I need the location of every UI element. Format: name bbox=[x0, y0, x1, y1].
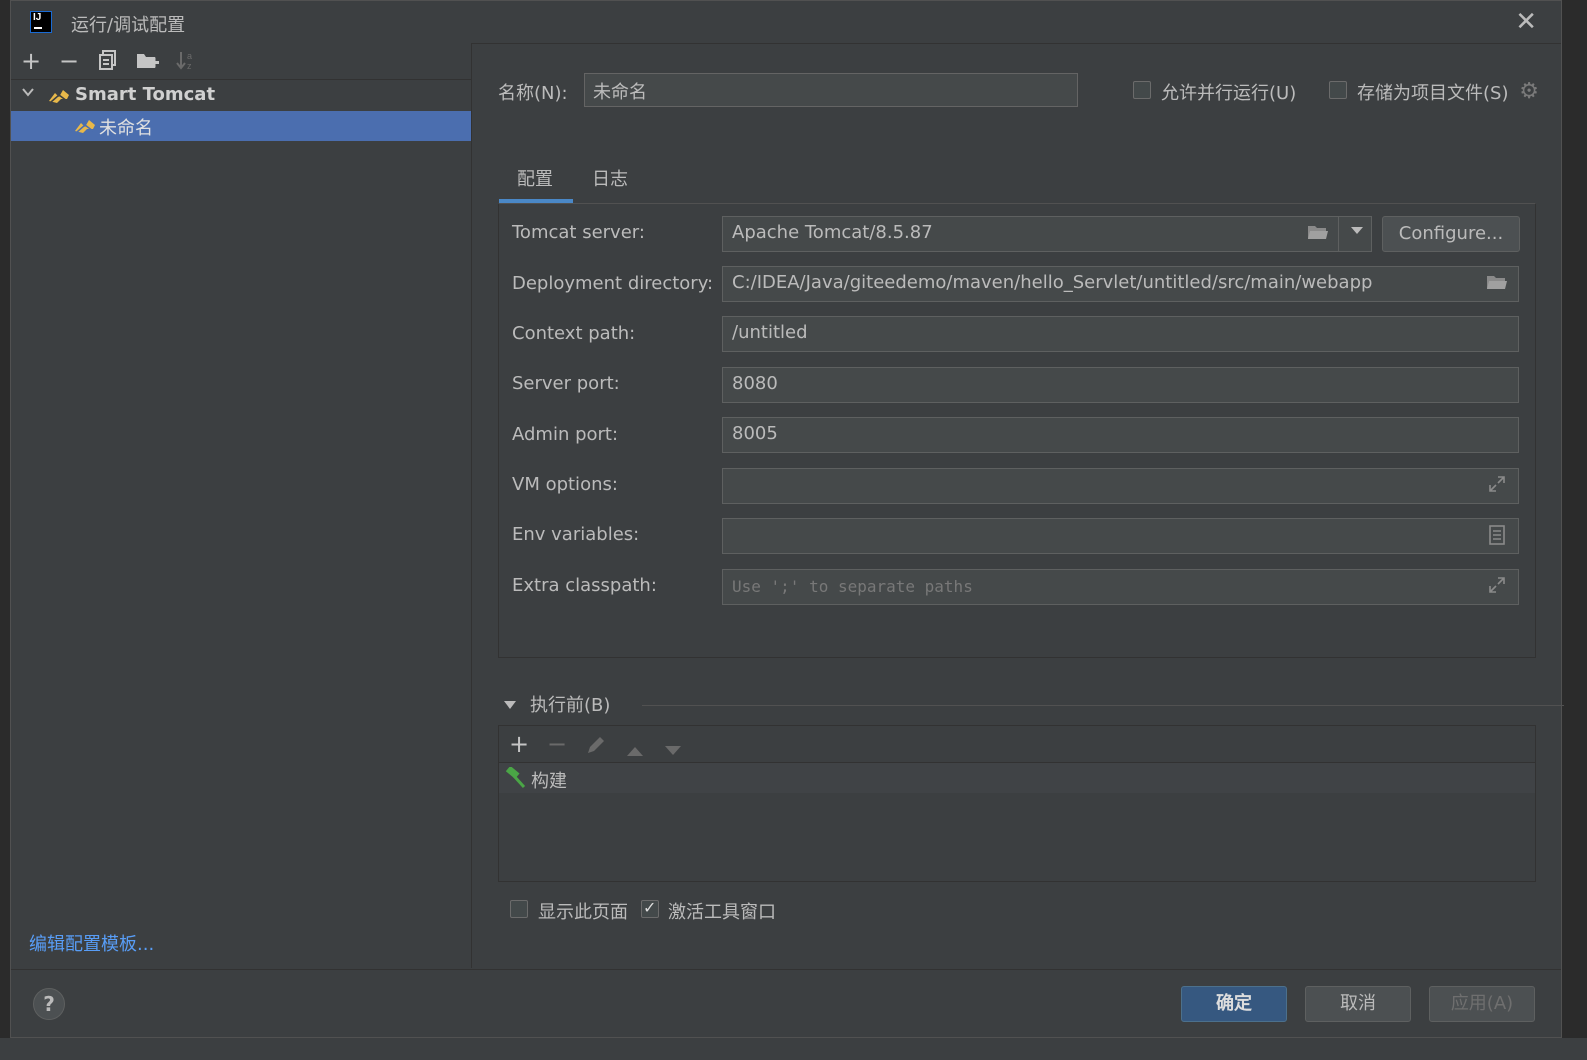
store-as-project-file-label: 存储为项目文件(S) bbox=[1357, 83, 1509, 104]
tree-item-label: 未命名 bbox=[99, 118, 153, 139]
tomcat-icon bbox=[47, 87, 69, 105]
server-port-label: Server port: bbox=[512, 373, 620, 394]
deployment-directory-label: Deployment directory: bbox=[512, 273, 714, 294]
configuration-editor: 名称(N): 未命名 允许并行运行(U) 存储为项目文件(S) ⚙ 配置 日志 … bbox=[472, 43, 1564, 968]
apply-button[interactable]: 应用(A) bbox=[1429, 986, 1535, 1022]
hammer-icon bbox=[505, 765, 527, 789]
tree-group-label: Smart Tomcat bbox=[75, 84, 216, 105]
extra-classpath-placeholder: Use ';' to separate paths bbox=[732, 577, 973, 596]
remove-icon[interactable]: − bbox=[57, 49, 81, 73]
tab-config[interactable]: 配置 bbox=[517, 165, 553, 191]
context-path-label: Context path: bbox=[512, 323, 636, 344]
expand-icon[interactable] bbox=[1486, 475, 1508, 497]
chevron-down-icon[interactable] bbox=[1351, 227, 1363, 234]
server-port-field[interactable]: 8080 bbox=[722, 367, 1519, 403]
help-icon[interactable]: ? bbox=[33, 988, 65, 1020]
sidebar-toolbar: + − az bbox=[11, 43, 471, 80]
before-launch-toolbar: + − bbox=[499, 726, 1535, 763]
tab-log[interactable]: 日志 bbox=[592, 165, 628, 191]
env-variables-field[interactable] bbox=[722, 518, 1519, 554]
tomcat-server-value: Apache Tomcat/8.5.87 bbox=[732, 222, 933, 243]
add-icon[interactable]: + bbox=[19, 49, 43, 73]
tree-item-unnamed[interactable]: 未命名 bbox=[11, 111, 471, 141]
sort-icon[interactable]: az bbox=[174, 49, 198, 73]
dialog-title: 运行/调试配置 bbox=[71, 15, 186, 36]
copy-icon[interactable] bbox=[96, 49, 120, 73]
new-folder-icon[interactable] bbox=[135, 49, 159, 73]
env-variables-label: Env variables: bbox=[512, 524, 640, 545]
dialog-footer: ? 确定 取消 应用(A) bbox=[11, 969, 1561, 1040]
combo-separator bbox=[1338, 217, 1339, 251]
remove-icon[interactable]: − bbox=[547, 730, 567, 758]
name-input[interactable]: 未命名 bbox=[584, 73, 1078, 107]
activate-tool-window-checkbox[interactable] bbox=[641, 898, 659, 918]
chevron-down-icon[interactable] bbox=[504, 701, 516, 709]
move-down-icon[interactable] bbox=[663, 736, 683, 764]
folder-icon[interactable] bbox=[1486, 273, 1508, 295]
show-page-label: 显示此页面 bbox=[538, 902, 628, 923]
chevron-down-icon[interactable] bbox=[21, 85, 35, 103]
tomcat-server-label: Tomcat server: bbox=[512, 222, 645, 243]
svg-text:a: a bbox=[187, 51, 192, 61]
extra-classpath-field[interactable]: Use ';' to separate paths bbox=[722, 569, 1519, 605]
deployment-directory-field[interactable]: C:/IDEA/Java/giteedemo/maven/hello_Servl… bbox=[722, 266, 1519, 302]
cancel-button[interactable]: 取消 bbox=[1305, 986, 1411, 1022]
svg-text:z: z bbox=[187, 61, 192, 71]
deployment-directory-value: C:/IDEA/Java/giteedemo/maven/hello_Servl… bbox=[732, 272, 1373, 293]
allow-parallel-label: 允许并行运行(U) bbox=[1161, 83, 1297, 104]
context-path-field[interactable]: /untitled bbox=[722, 316, 1519, 352]
tomcat-icon bbox=[73, 117, 95, 135]
vm-options-label: VM options: bbox=[512, 474, 618, 495]
section-divider bbox=[642, 705, 1564, 706]
gear-icon[interactable]: ⚙ bbox=[1519, 79, 1539, 104]
edit-config-templates-link[interactable]: 编辑配置模板... bbox=[29, 930, 154, 956]
move-up-icon[interactable] bbox=[625, 736, 645, 764]
background-status-bar bbox=[0, 1038, 1587, 1060]
vm-options-field[interactable] bbox=[722, 468, 1519, 504]
title-bar: 运行/调试配置 ✕ bbox=[11, 1, 1561, 44]
show-page-checkbox[interactable] bbox=[510, 900, 528, 918]
intellij-app-icon bbox=[30, 11, 52, 33]
ok-button[interactable]: 确定 bbox=[1181, 986, 1287, 1022]
activate-tool-window-label: 激活工具窗口 bbox=[668, 902, 776, 923]
admin-port-field[interactable]: 8005 bbox=[722, 417, 1519, 453]
folder-icon[interactable] bbox=[1307, 223, 1329, 245]
list-icon[interactable] bbox=[1486, 525, 1508, 547]
configure-button[interactable]: Configure... bbox=[1382, 216, 1520, 252]
configurations-sidebar: + − az Smart Tomcat 未命名 编辑配置模板... bbox=[11, 43, 472, 968]
allow-parallel-checkbox[interactable] bbox=[1133, 81, 1151, 99]
tree-group-smart-tomcat[interactable]: Smart Tomcat bbox=[11, 81, 471, 111]
tomcat-server-combo[interactable]: Apache Tomcat/8.5.87 bbox=[722, 216, 1372, 252]
list-item[interactable]: 构建 bbox=[499, 763, 1535, 793]
background-editor-strip bbox=[0, 0, 10, 1060]
admin-port-label: Admin port: bbox=[512, 424, 619, 445]
run-debug-config-dialog: 运行/调试配置 ✕ + − az Smart Tomcat bbox=[10, 0, 1564, 1040]
before-launch-panel: + − 构建 bbox=[498, 725, 1536, 882]
before-launch-label: 执行前(B) bbox=[530, 695, 611, 716]
extra-classpath-label: Extra classpath: bbox=[512, 575, 657, 596]
build-task-label: 构建 bbox=[531, 771, 567, 792]
expand-icon[interactable] bbox=[1486, 576, 1508, 598]
store-as-project-file-checkbox[interactable] bbox=[1329, 81, 1347, 99]
name-label: 名称(N): bbox=[498, 83, 568, 104]
background-editor-strip-right bbox=[1571, 0, 1587, 1060]
add-icon[interactable]: + bbox=[509, 730, 529, 758]
config-panel: Tomcat server: Apache Tomcat/8.5.87 Conf… bbox=[498, 203, 1536, 658]
close-icon[interactable]: ✕ bbox=[1515, 7, 1537, 37]
edit-icon[interactable] bbox=[585, 734, 607, 762]
